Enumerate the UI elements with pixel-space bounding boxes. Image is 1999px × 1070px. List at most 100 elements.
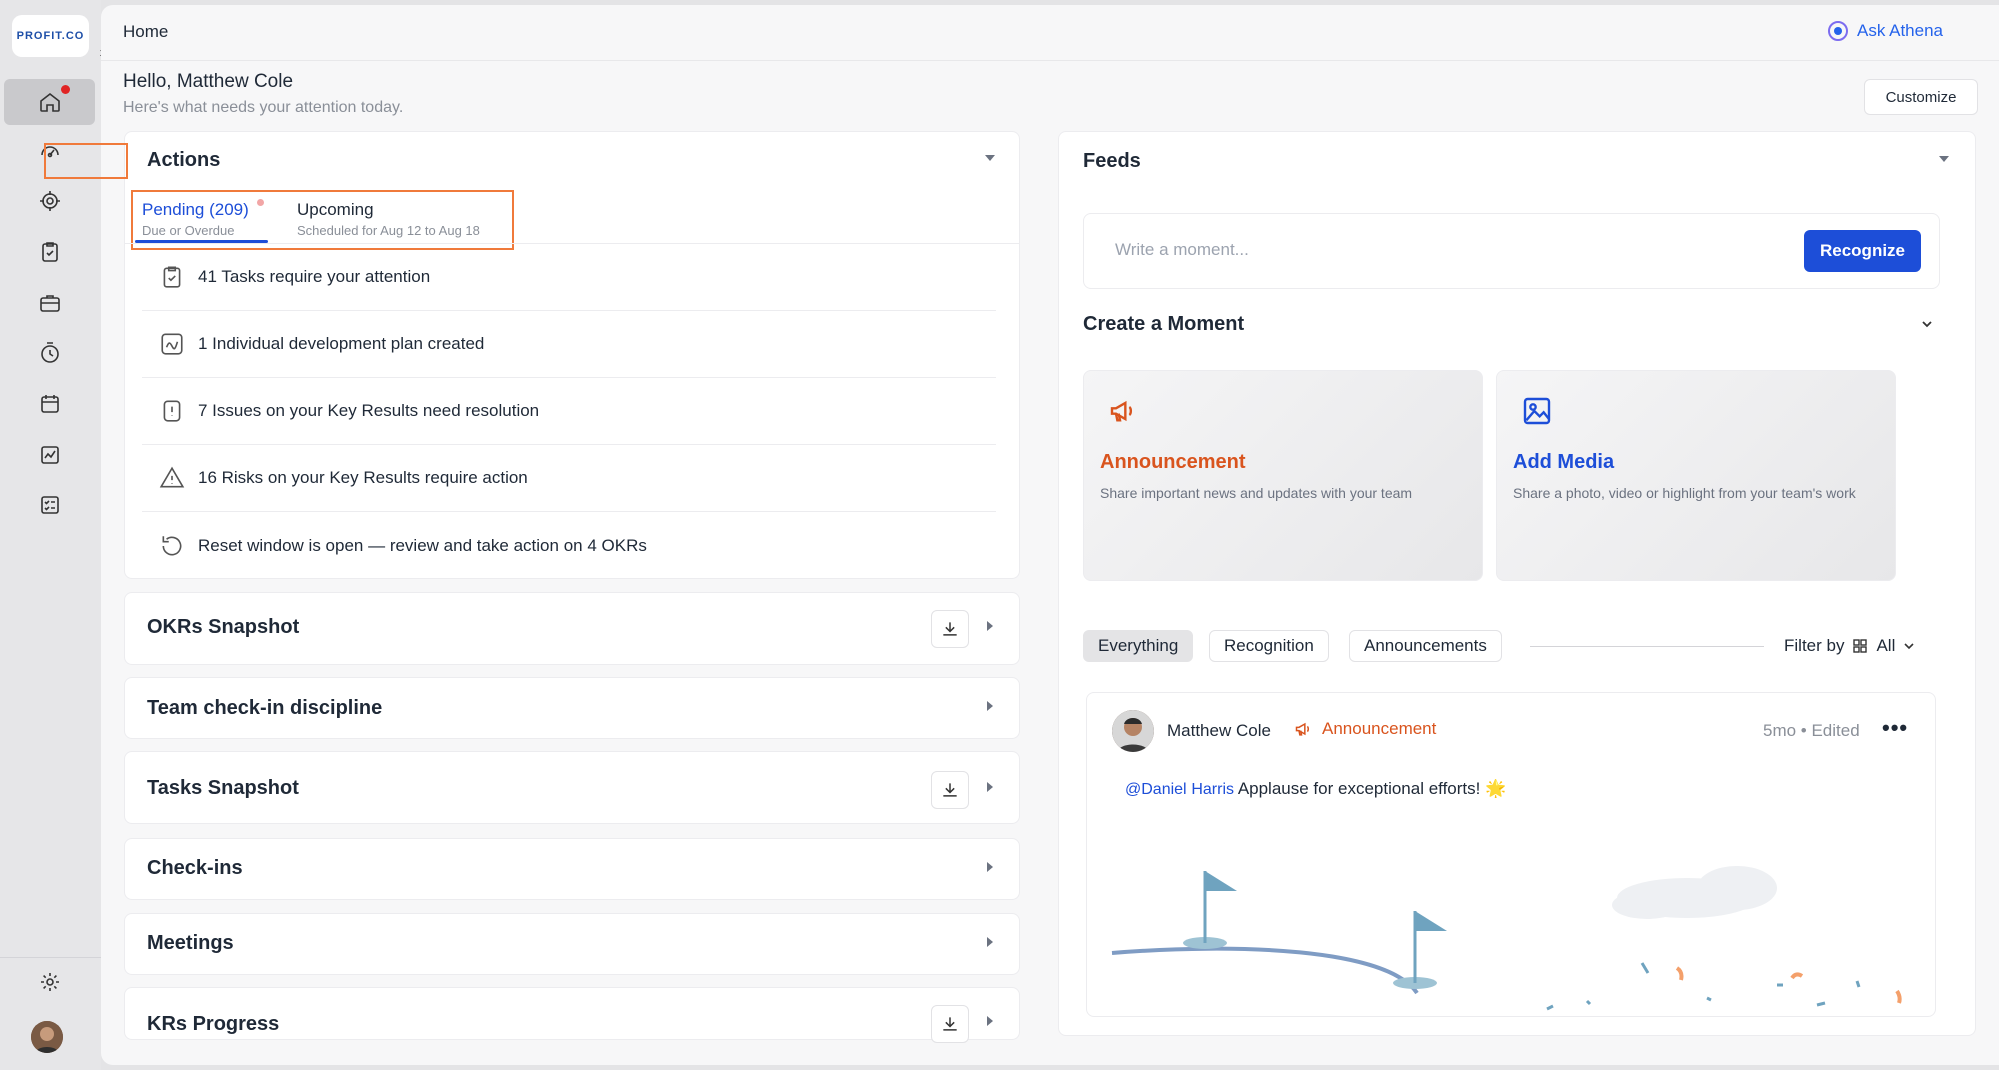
- sidebar-item-checklist[interactable]: [4, 482, 95, 528]
- filter-by-dropdown[interactable]: Filter by All: [1784, 636, 1915, 656]
- target-icon: [39, 191, 60, 211]
- section-title: KRs Progress: [147, 1013, 280, 1035]
- download-button[interactable]: [931, 771, 969, 809]
- ask-athena-label: Ask Athena: [1857, 21, 1944, 40]
- download-button[interactable]: [931, 1005, 969, 1043]
- filter-recognition[interactable]: Recognition: [1209, 630, 1329, 662]
- section-title: Meetings: [147, 932, 234, 954]
- gear-icon: [40, 973, 59, 991]
- user-avatar[interactable]: [31, 1021, 63, 1053]
- expand-icon[interactable]: [987, 782, 993, 792]
- post-timestamp: 5mo • Edited: [1763, 721, 1860, 740]
- action-item-text: 7 Issues on your Key Results need resolu…: [198, 401, 540, 420]
- sidebar-item-reports[interactable]: [4, 432, 95, 478]
- feeds-title: Feeds: [1083, 150, 1141, 172]
- section-title: Tasks Snapshot: [147, 777, 299, 799]
- tab-pending[interactable]: Pending (209) Due or Overdue: [142, 200, 249, 238]
- recognize-button[interactable]: Recognize: [1804, 230, 1921, 272]
- mention-link[interactable]: @Daniel: [1125, 781, 1187, 798]
- action-item-idp[interactable]: 1 Individual development plan created: [142, 311, 996, 378]
- expand-icon[interactable]: [987, 937, 993, 947]
- download-button[interactable]: [931, 610, 969, 648]
- filter-by-label: Filter by: [1784, 636, 1845, 655]
- sidebar-item-settings[interactable]: [4, 959, 95, 1005]
- section-title: OKRs Snapshot: [147, 616, 300, 638]
- post-author[interactable]: Matthew Cole: [1167, 721, 1271, 741]
- briefcase-icon: [39, 295, 60, 312]
- filter-divider: [1530, 646, 1764, 647]
- more-options-icon[interactable]: •••: [1882, 715, 1908, 741]
- chart-line-icon: [156, 328, 188, 360]
- section-meetings[interactable]: [124, 913, 1020, 975]
- warning-triangle-icon: [156, 462, 188, 494]
- chart-line-icon: [40, 446, 59, 464]
- greeting-subtitle: Here's what needs your attention today.: [123, 99, 404, 116]
- download-icon: [943, 622, 957, 636]
- expand-icon[interactable]: [987, 1016, 993, 1026]
- section-check-ins[interactable]: [124, 838, 1020, 900]
- add-media-title: Add Media: [1513, 451, 1615, 473]
- sidebar-item-calendar[interactable]: [4, 381, 95, 427]
- post-body: @Daniel Harris Applause for exceptional …: [1125, 779, 1506, 799]
- write-moment-placeholder: Write a moment...: [1115, 240, 1249, 259]
- clipboard-check-icon: [156, 261, 188, 293]
- action-item-text: Reset window is open — review and take a…: [198, 535, 647, 555]
- sidebar-item-home[interactable]: [4, 79, 95, 125]
- profit-co-logo[interactable]: PROFIT.CO: [12, 15, 89, 57]
- golf-course-illustration: [1111, 866, 1902, 1011]
- action-item-reset[interactable]: Reset window is open — review and take a…: [142, 512, 996, 579]
- sidebar-item-okrs[interactable]: [4, 178, 95, 224]
- customize-button[interactable]: Customize: [1864, 79, 1978, 115]
- add-media-desc: Share a photo, video or highlight from y…: [1513, 485, 1856, 501]
- greeting-title: Hello, Matthew Cole: [123, 71, 294, 92]
- action-item-tasks[interactable]: 41 Tasks require your attention: [142, 244, 996, 311]
- section-title: Check-ins: [147, 857, 243, 879]
- breadcrumb[interactable]: Home: [123, 22, 168, 42]
- sidebar-item-tasks[interactable]: [4, 229, 95, 275]
- add-media-card[interactable]: Add Media Share a photo, video or highli…: [1496, 370, 1896, 581]
- mention-link[interactable]: Harris: [1191, 781, 1234, 798]
- checklist-icon: [40, 496, 59, 514]
- announcement-title: Announcement: [1100, 451, 1246, 473]
- sidebar-divider: [0, 957, 101, 958]
- athena-icon: [1828, 21, 1848, 41]
- actions-collapse-icon[interactable]: [985, 155, 995, 161]
- ask-athena-button[interactable]: Ask Athena: [1827, 15, 1943, 47]
- filter-value: All: [1876, 636, 1896, 655]
- pending-indicator-dot: [257, 199, 264, 206]
- expand-icon[interactable]: [987, 862, 993, 872]
- filter-announcements[interactable]: Announcements: [1349, 630, 1502, 662]
- topbar: Home Ask Athena: [101, 5, 1999, 61]
- stopwatch-icon: [40, 342, 59, 363]
- tab-upcoming-label: Upcoming: [297, 200, 374, 219]
- expand-icon[interactable]: [987, 701, 993, 711]
- action-item-text: 1 Individual development plan created: [198, 334, 485, 353]
- post-type-badge: Announcement: [1294, 719, 1436, 739]
- notification-dot: [61, 85, 70, 94]
- expand-icon[interactable]: [987, 621, 993, 631]
- reset-icon: [156, 530, 188, 562]
- download-icon: [943, 783, 957, 797]
- download-icon: [943, 1017, 957, 1031]
- action-item-issues[interactable]: 7 Issues on your Key Results need resolu…: [142, 378, 996, 445]
- actions-title-highlight: [44, 143, 128, 179]
- clipboard-check-icon: [41, 242, 58, 262]
- calendar-icon: [40, 395, 59, 413]
- tab-pending-label: Pending (209): [142, 200, 249, 219]
- sidebar-item-time[interactable]: [4, 330, 95, 376]
- feed-post: Matthew Cole Announcement 5mo • Edited •…: [1086, 692, 1936, 1017]
- sidebar-item-projects[interactable]: [4, 280, 95, 326]
- chevron-down-icon[interactable]: [1921, 318, 1933, 330]
- actions-title: Actions: [147, 149, 221, 171]
- post-avatar[interactable]: [1112, 710, 1154, 752]
- tab-pending-sub: Due or Overdue: [142, 223, 235, 238]
- announcement-card[interactable]: Announcement Share important news and up…: [1083, 370, 1483, 581]
- chevron-down-icon: [1904, 643, 1914, 650]
- action-item-text: 16 Risks on your Key Results require act…: [198, 468, 528, 487]
- feeds-collapse-icon[interactable]: [1939, 156, 1949, 162]
- action-item-risks[interactable]: 16 Risks on your Key Results require act…: [142, 445, 996, 512]
- announcement-desc: Share important news and updates with yo…: [1100, 485, 1413, 501]
- tab-upcoming[interactable]: Upcoming Scheduled for Aug 12 to Aug 18: [297, 200, 480, 238]
- filter-everything[interactable]: Everything: [1083, 630, 1194, 662]
- action-item-text: 41 Tasks require your attention: [198, 267, 431, 286]
